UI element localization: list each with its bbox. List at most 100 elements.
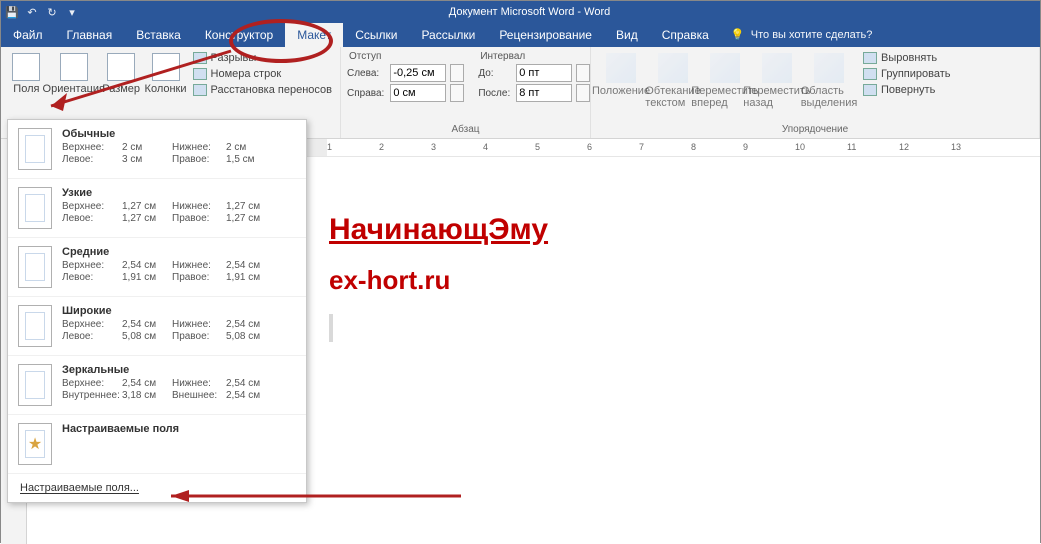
tab-file[interactable]: Файл: [1, 23, 55, 47]
tab-references[interactable]: Ссылки: [343, 23, 409, 47]
text-cursor: [329, 314, 333, 342]
indent-header: Отступ: [347, 51, 464, 62]
tab-review[interactable]: Рецензирование: [487, 23, 604, 47]
margins-preset-0[interactable]: Обычные Верхнее:2 смНижнее:2 см Левое:3 …: [8, 120, 306, 179]
group-icon: [863, 68, 877, 80]
send-backward-button[interactable]: Переместить назад: [753, 51, 801, 109]
align-label: Выровнять: [881, 52, 937, 64]
align-button[interactable]: Выровнять: [861, 51, 953, 65]
breaks-label: Разрывы: [211, 52, 257, 64]
spacing-header: Интервал: [478, 51, 590, 62]
group-paragraph-label: Абзац: [347, 122, 584, 138]
tell-me-label: Что вы хотите сделать?: [751, 29, 873, 41]
tab-design[interactable]: Конструктор: [193, 23, 285, 47]
position-button[interactable]: Положение: [597, 51, 645, 97]
breaks-icon: [193, 52, 207, 64]
spacing-after-spinner[interactable]: [576, 84, 590, 102]
tell-me-search[interactable]: 💡 Что вы хотите сделать?: [721, 23, 883, 47]
indent-right-spinner[interactable]: [450, 84, 464, 102]
spacing-after-label: После:: [478, 88, 512, 99]
breaks-button[interactable]: Разрывы: [191, 51, 334, 65]
margins-preset-1[interactable]: Узкие Верхнее:1,27 смНижнее:1,27 см Лево…: [8, 179, 306, 238]
hyphenation-button[interactable]: Расстановка переносов: [191, 83, 334, 97]
size-button[interactable]: Размер: [102, 51, 141, 95]
line-numbers-button[interactable]: Номера строк: [191, 67, 334, 81]
size-icon: [107, 53, 135, 81]
group-paragraph: Отступ Слева: Справа: Интервал До: После…: [341, 47, 591, 138]
undo-icon[interactable]: ↶: [25, 5, 39, 19]
preset-name: Зеркальные: [62, 364, 296, 376]
bring-forward-button[interactable]: Переместить вперед: [701, 51, 749, 109]
margins-label: Поля: [13, 83, 39, 95]
margins-preset-3[interactable]: Широкие Верхнее:2,54 смНижнее:2,54 см Ле…: [8, 297, 306, 356]
qat-customize-icon[interactable]: ▾: [65, 5, 79, 19]
margin-thumb-icon: [18, 128, 52, 170]
rotate-icon: [863, 84, 877, 96]
document-subtext[interactable]: ex-hort.ru: [329, 265, 1040, 296]
margin-thumb-icon: [18, 364, 52, 406]
custom-margins-label: Настраиваемые поля...: [20, 482, 139, 494]
spacing-before-spinner[interactable]: [576, 64, 590, 82]
lightbulb-icon: 💡: [731, 28, 745, 42]
margin-thumb-icon: [18, 187, 52, 229]
columns-button[interactable]: Колонки: [145, 51, 187, 95]
margin-thumb-icon: [18, 246, 52, 288]
margins-dropdown: Обычные Верхнее:2 смНижнее:2 см Левое:3 …: [7, 119, 307, 503]
position-label: Положение: [592, 85, 650, 97]
columns-label: Колонки: [145, 83, 187, 95]
selection-pane-button[interactable]: Область выделения: [805, 51, 853, 109]
quick-access-toolbar: 💾 ↶ ↻ ▾: [1, 5, 79, 19]
preset-name: Средние: [62, 246, 296, 258]
preset-name: Узкие: [62, 187, 296, 199]
align-icon: [863, 52, 877, 64]
indent-right-input[interactable]: [390, 84, 446, 102]
position-icon: [606, 53, 636, 83]
redo-icon[interactable]: ↻: [45, 5, 59, 19]
selection-pane-label: Область выделения: [801, 85, 858, 109]
tab-insert[interactable]: Вставка: [124, 23, 193, 47]
custom-margins-command[interactable]: Настраиваемые поля...: [8, 474, 306, 502]
tab-home[interactable]: Главная: [55, 23, 125, 47]
margins-preset-2[interactable]: Средние Верхнее:2,54 смНижнее:2,54 см Ле…: [8, 238, 306, 297]
orientation-label: Ориентация: [43, 83, 105, 95]
margins-custom-recent[interactable]: Настраиваемые поля: [8, 415, 306, 474]
title-bar: 💾 ↶ ↻ ▾ Документ Microsoft Word - Word: [1, 1, 1040, 23]
tab-view[interactable]: Вид: [604, 23, 650, 47]
ribbon-tabs: Файл Главная Вставка Конструктор Макет С…: [1, 23, 1040, 47]
backward-icon: [762, 53, 792, 83]
save-icon[interactable]: 💾: [5, 5, 19, 19]
tab-mailings[interactable]: Рассылки: [409, 23, 487, 47]
hyphenation-label: Расстановка переносов: [211, 84, 332, 96]
spacing-before-input[interactable]: [516, 64, 572, 82]
margins-icon: [12, 53, 40, 81]
group-objects-button[interactable]: Группировать: [861, 67, 953, 81]
preset-name: Широкие: [62, 305, 296, 317]
orientation-icon: [60, 53, 88, 81]
spacing-before-label: До:: [478, 68, 512, 79]
group-objects-label: Группировать: [881, 68, 951, 80]
selection-pane-icon: [814, 53, 844, 83]
line-numbers-label: Номера строк: [211, 68, 282, 80]
indent-left-spinner[interactable]: [450, 64, 464, 82]
custom-recent-label: Настраиваемые поля: [62, 423, 296, 435]
tab-layout[interactable]: Макет: [285, 23, 343, 47]
indent-left-input[interactable]: [390, 64, 446, 82]
preset-name: Обычные: [62, 128, 296, 140]
indent-right-label: Справа:: [347, 88, 386, 99]
indent-left-label: Слева:: [347, 68, 386, 79]
margins-preset-4[interactable]: Зеркальные Верхнее:2,54 смНижнее:2,54 см…: [8, 356, 306, 415]
line-numbers-icon: [193, 68, 207, 80]
orientation-button[interactable]: Ориентация: [50, 51, 98, 95]
group-arrange-label: Упорядочение: [597, 122, 1033, 138]
size-label: Размер: [102, 83, 140, 95]
tab-help[interactable]: Справка: [650, 23, 721, 47]
hyphenation-icon: [193, 84, 207, 96]
spacing-after-input[interactable]: [516, 84, 572, 102]
rotate-button[interactable]: Повернуть: [861, 83, 953, 97]
document-heading[interactable]: НачинающЭму: [329, 213, 1040, 247]
wrap-icon: [658, 53, 688, 83]
margins-button[interactable]: Поля: [7, 51, 46, 95]
columns-icon: [152, 53, 180, 81]
custom-margins-icon: [18, 423, 52, 465]
wrap-text-button[interactable]: Обтекание текстом: [649, 51, 697, 109]
